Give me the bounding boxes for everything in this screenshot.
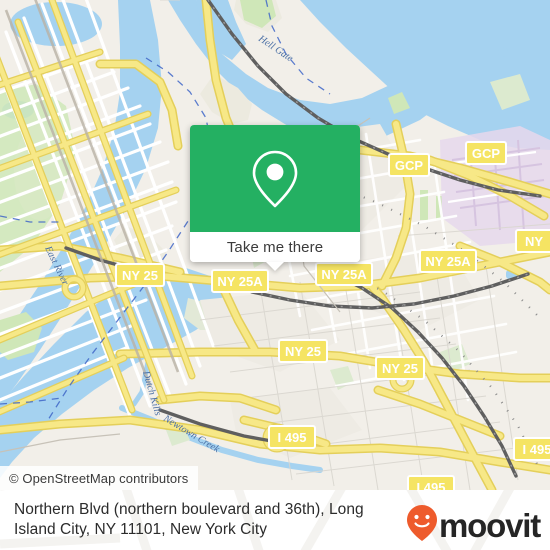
osm-attribution-text: © OpenStreetMap contributors [9,470,189,486]
road-shield-label: GCP [472,146,501,161]
road-shield: NY 25A [211,269,269,293]
footer-bar: Northern Blvd (northern boulevard and 36… [0,490,550,550]
road-shield-label: GCP [395,158,424,173]
road-shield: I 495 [268,425,316,449]
road-shield-label: NY 25 [382,361,418,376]
road-shield: NY 25 [278,339,328,363]
road-shield: GCP [388,153,430,177]
popup-hero-panel [190,125,360,232]
moovit-logo[interactable]: moovit [406,504,541,547]
road-shield-label: I 495 [523,442,550,457]
road-shield: NY 25 [375,356,425,380]
map-pin-icon [249,148,301,210]
moovit-wordmark: moovit [439,507,541,544]
road-shield-label: I 495 [278,430,307,445]
take-me-there-label: Take me there [226,238,324,256]
take-me-there-button[interactable]: Take me there [190,232,360,262]
road-shield: NY 25A [315,262,373,286]
location-title: Northern Blvd (northern boulevard and 36… [14,501,364,538]
map-screenshot-page: Hell Gate East River Newtown Creek Dutch… [0,0,550,550]
road-shield: I 495 [407,475,455,490]
road-shield: GCP [465,141,507,165]
osm-attribution[interactable]: © OpenStreetMap contributors [0,466,199,490]
moovit-smiley-pin-icon [406,504,438,547]
location-popup-card[interactable]: Take me there [190,125,360,271]
road-shield-label: NY 25 [122,268,158,283]
road-shield: NY [515,229,550,253]
road-shield-label: NY 25A [321,267,367,282]
road-shield-label: NY 25A [425,254,471,269]
road-shield: I 495 [513,437,550,461]
road-shield: NY 25 [115,263,165,287]
popup-pointer-tail [266,262,284,271]
road-shield: NY 25A [419,249,477,273]
road-shield-label: I 495 [417,480,446,490]
road-shield-label: NY [525,234,543,249]
road-shield-label: NY 25 [285,344,321,359]
road-shield-label: NY 25A [217,274,263,289]
